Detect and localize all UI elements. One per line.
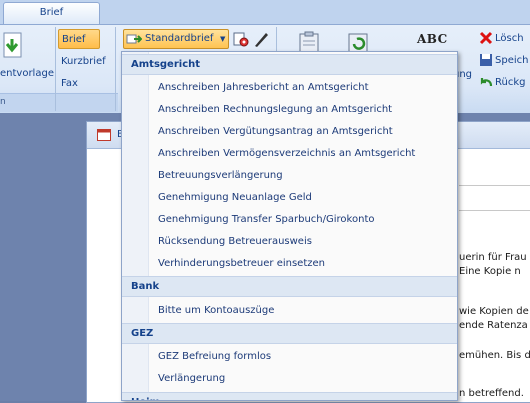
menu-item-gez-befreiung[interactable]: GEZ Befreiung formlos bbox=[158, 351, 271, 362]
letter-settings-icon[interactable] bbox=[232, 30, 250, 48]
menu-item-kontoauszuege[interactable]: Bitte um Kontoauszüge bbox=[158, 305, 274, 316]
undo-button[interactable]: Rückg bbox=[479, 75, 525, 89]
group-label-bar bbox=[0, 93, 118, 112]
undo-icon bbox=[480, 78, 493, 87]
save-icon bbox=[480, 54, 492, 66]
standardbrief-label: Standardbrief bbox=[145, 33, 214, 44]
ribbon-separator bbox=[55, 27, 56, 111]
document-text-line: n betreffend. bbox=[459, 388, 524, 399]
ribbon-separator bbox=[115, 27, 116, 111]
menu-item-ruecksendung-ausweis[interactable]: Rücksendung Betreuerausweis bbox=[158, 236, 312, 247]
template-button-label[interactable]: entvorlage bbox=[0, 68, 54, 79]
menu-section-gez: GEZ bbox=[122, 323, 457, 344]
document-rule bbox=[459, 210, 530, 211]
document-text-line: emühen. Bis d bbox=[459, 350, 530, 361]
kurzbrief-button[interactable]: Kurzbrief bbox=[61, 56, 106, 67]
menu-item-verguetungsantrag[interactable]: Anschreiben Vergütungsantrag an Amtsgeri… bbox=[158, 126, 393, 137]
brief-button[interactable]: Brief bbox=[58, 29, 100, 49]
letter-arrow-icon bbox=[126, 34, 142, 44]
menu-section-bank: Bank bbox=[122, 276, 457, 297]
document-text-line: wie Kopien de bbox=[459, 306, 529, 317]
menu-icon-gutter bbox=[122, 52, 149, 400]
spell-check-button[interactable]: ABC bbox=[417, 32, 448, 46]
save-label: Speich bbox=[495, 55, 529, 66]
document-window-icon bbox=[97, 129, 111, 141]
template-icon[interactable] bbox=[1, 31, 23, 61]
document-text-line: ende Ratenza bbox=[459, 320, 528, 331]
tab-brief[interactable]: Brief bbox=[3, 2, 100, 25]
document-rule bbox=[459, 185, 530, 186]
pen-icon[interactable] bbox=[252, 30, 270, 48]
fax-button[interactable]: Fax bbox=[61, 78, 78, 89]
menu-item-neuanlage-geld[interactable]: Genehmigung Neuanlage Geld bbox=[158, 192, 312, 203]
menu-item-verhinderungsbetreuer[interactable]: Verhinderungsbetreuer einsetzen bbox=[158, 258, 325, 269]
menu-item-betreuungsverlaengerung[interactable]: Betreuungsverlängerung bbox=[158, 170, 283, 181]
document-text-line: Eine Kopie n bbox=[459, 266, 521, 277]
menu-item-gez-verlaengerung[interactable]: Verlängerung bbox=[158, 373, 225, 384]
menu-item-vermoegensverzeichnis[interactable]: Anschreiben Vermögensverzeichnis an Amts… bbox=[158, 148, 415, 159]
group-label: n bbox=[0, 97, 6, 107]
menu-section-amtsgericht: Amtsgericht bbox=[122, 54, 457, 75]
standardbrief-menu: Amtsgericht Anschreiben Jahresbericht an… bbox=[121, 51, 458, 401]
chevron-down-icon: ▼ bbox=[220, 35, 226, 43]
menu-section-heim: Heim bbox=[122, 392, 457, 400]
standardbrief-dropdown-button[interactable]: Standardbrief ▼ bbox=[123, 29, 229, 49]
menu-item-jahresbericht[interactable]: Anschreiben Jahresbericht an Amtsgericht bbox=[158, 82, 369, 93]
menu-item-transfer-sparbuch[interactable]: Genehmigung Transfer Sparbuch/Girokonto bbox=[158, 214, 374, 225]
delete-label: Lösch bbox=[495, 33, 524, 44]
document-text-line: uerin für Frau bbox=[459, 252, 527, 263]
delete-button[interactable]: Lösch bbox=[479, 31, 524, 45]
save-button[interactable]: Speich bbox=[479, 53, 528, 67]
close-icon bbox=[479, 31, 493, 45]
undo-label: Rückg bbox=[495, 77, 526, 88]
menu-item-rechnungslegung[interactable]: Anschreiben Rechnungslegung an Amtsgeric… bbox=[158, 104, 392, 115]
